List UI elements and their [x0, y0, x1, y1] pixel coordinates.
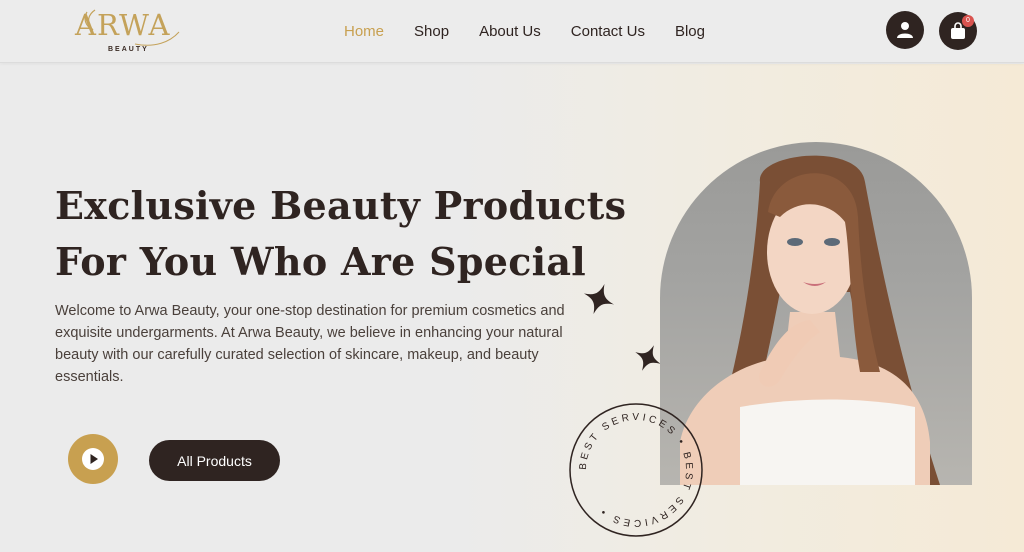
nav-about-us[interactable]: About Us: [479, 23, 541, 40]
model-portrait-illustration: [680, 155, 940, 485]
play-video-button[interactable]: [68, 434, 118, 484]
cart-count-badge: 0: [962, 15, 974, 27]
nav-contact-us[interactable]: Contact Us: [571, 23, 645, 40]
brand-logo[interactable]: ARWA BEAUTY: [75, 4, 185, 60]
svg-text:BEST SERVICES • BEST SERVICES: BEST SERVICES • BEST SERVICES •: [578, 412, 694, 528]
all-products-button[interactable]: All Products: [149, 440, 280, 481]
nav-blog[interactable]: Blog: [675, 23, 705, 40]
play-icon: [82, 448, 104, 470]
user-icon: [897, 22, 913, 38]
best-services-badge: BEST SERVICES • BEST SERVICES •: [569, 403, 703, 537]
sparkle-decoration-icon: [583, 283, 615, 315]
site-header: ARWA BEAUTY Home Shop About Us Contact U…: [0, 0, 1024, 63]
brand-name: ARWA: [75, 8, 171, 42]
hero-description: Welcome to Arwa Beauty, your one-stop de…: [55, 303, 565, 385]
account-button[interactable]: [886, 11, 924, 49]
badge-text: BEST SERVICES • BEST SERVICES •: [578, 412, 691, 528]
cart-button[interactable]: 0: [939, 12, 977, 50]
main-nav: Home Shop About Us Contact Us Blog: [344, 23, 735, 40]
hero-title-line-2: For You Who Are Special: [55, 239, 587, 284]
hero-title: Exclusive Beauty Products For You Who Ar…: [55, 178, 635, 290]
brand-subtitle: BEAUTY: [108, 46, 149, 53]
hero-model-image: [660, 142, 972, 485]
sparkle-decoration-icon: [635, 345, 661, 371]
nav-shop[interactable]: Shop: [414, 23, 449, 40]
nav-home[interactable]: Home: [344, 23, 384, 40]
hero-title-line-1: Exclusive Beauty Products: [55, 183, 627, 228]
